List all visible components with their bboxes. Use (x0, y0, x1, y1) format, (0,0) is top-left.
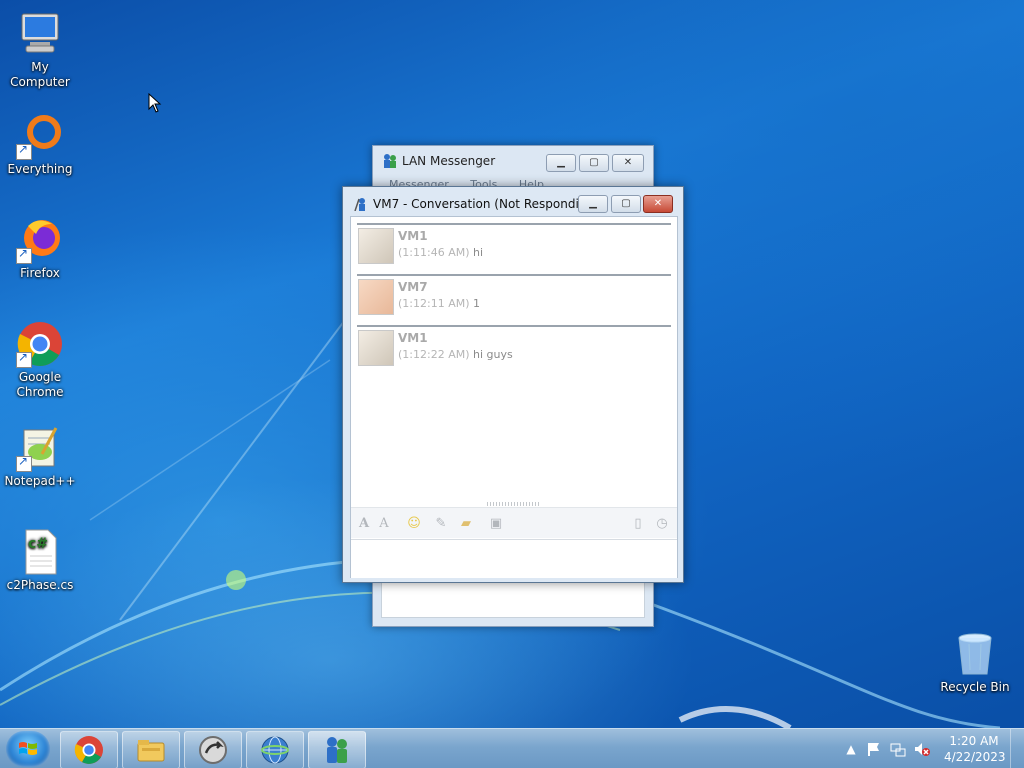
message-item: VM7 (1:12:11 AM) 1 (357, 274, 671, 324)
message-text: 1 (473, 297, 480, 310)
chrome-icon (74, 736, 103, 764)
volume-muted-icon[interactable] (914, 741, 930, 757)
svg-text:c#: c# (28, 536, 48, 552)
minimize-button[interactable]: ▁ (578, 195, 608, 213)
csharp-file-icon: c# (16, 528, 64, 576)
desktop-icon-label: Firefox (20, 266, 60, 280)
taskbar-app-arrow-button[interactable] (184, 731, 242, 768)
desktop: My Computer Everything Firefox (0, 0, 1024, 728)
attach-file-icon[interactable]: ✎ (433, 516, 449, 532)
close-button[interactable]: ✕ (612, 154, 644, 172)
taskbar-chrome-button[interactable] (60, 731, 118, 768)
show-desktop-button[interactable] (1010, 729, 1024, 768)
taskbar: ▲ 1:20 AM 4/22/2023 (0, 728, 1024, 768)
windows-logo-icon (19, 742, 37, 755)
desktop-icon-recycle-bin[interactable]: Recycle Bin (935, 630, 1015, 695)
splitter-grip[interactable] (487, 502, 541, 506)
desktop-icon-everything[interactable]: Everything (0, 112, 80, 177)
show-hidden-icons-icon[interactable]: ▲ (843, 741, 859, 757)
taskbar-network-button[interactable] (246, 731, 304, 768)
message-sender: VM7 (398, 280, 428, 294)
shortcut-arrow-icon (16, 246, 32, 264)
desktop-icon-label: Recycle Bin (940, 680, 1010, 694)
message-text: hi (473, 246, 484, 259)
desktop-icon-label: My Computer (10, 60, 70, 89)
action-center-flag-icon[interactable] (866, 741, 882, 757)
app-arrow-icon (199, 736, 227, 764)
explorer-icon (137, 740, 165, 762)
desktop-icon-firefox[interactable]: Firefox (0, 216, 80, 281)
maximize-button[interactable]: ▢ (611, 195, 641, 213)
font-icon[interactable]: A (356, 516, 372, 532)
mouse-cursor-icon (148, 93, 162, 113)
conversation-window[interactable]: VM7 - Conversation (Not Respondin... ▁ ▢… (342, 186, 684, 583)
history-icon[interactable]: ◷ (654, 516, 670, 532)
conversation-icon (354, 198, 365, 211)
network-globe-icon (261, 736, 289, 764)
desktop-icon-notepadpp[interactable]: Notepad++ (0, 424, 80, 489)
lan-messenger-icon (384, 154, 396, 168)
message-input[interactable] (351, 539, 677, 578)
computer-icon (16, 10, 64, 58)
window-title: LAN Messenger (402, 154, 496, 168)
notepadpp-icon (16, 424, 64, 472)
message-sender: VM1 (398, 331, 428, 345)
lan-messenger-icon (327, 737, 347, 763)
avatar (358, 279, 394, 315)
message-item: VM1 (1:12:22 AM) hi guys (357, 325, 671, 375)
window-title: VM7 - Conversation (Not Respondin... (373, 197, 598, 211)
close-button[interactable]: ✕ (643, 195, 673, 213)
shortcut-arrow-icon (16, 142, 32, 160)
shortcut-arrow-icon (16, 350, 32, 368)
message-time: (1:12:11 AM) (398, 297, 470, 310)
clock-time: 1:20 AM (949, 734, 999, 748)
desktop-icon-c2phase-cs[interactable]: c# c2Phase.cs (0, 528, 80, 593)
desktop-icon-label: Notepad++ (4, 474, 76, 488)
message-item: VM1 (1:11:46 AM) hi (357, 223, 671, 273)
clear-icon[interactable]: ▯ (630, 516, 646, 532)
conversation-toolbar: A A ☺ ✎ ▰ ▣ ▯ ◷ (351, 502, 677, 538)
message-line: (1:11:46 AM) hi (398, 246, 483, 259)
desktop-icon-label: Everything (7, 162, 73, 176)
recycle-bin-icon (951, 630, 999, 678)
message-time: (1:12:22 AM) (398, 348, 470, 361)
smiley-icon[interactable]: ☺ (406, 516, 422, 532)
taskbar-explorer-button[interactable] (122, 731, 180, 768)
desktop-icon-label: Google Chrome (16, 370, 64, 399)
minimize-button[interactable]: ▁ (546, 154, 576, 172)
message-sender: VM1 (398, 229, 428, 243)
taskbar-lan-messenger-button[interactable] (308, 731, 366, 768)
desktop-icon-my-computer[interactable]: My Computer (0, 10, 80, 90)
clock-date: 4/22/2023 (944, 750, 1006, 764)
avatar (358, 330, 394, 366)
font-color-icon[interactable]: A (376, 516, 392, 532)
desktop-icon-google-chrome[interactable]: Google Chrome (0, 320, 80, 400)
save-icon[interactable]: ▣ (488, 516, 504, 532)
message-line: (1:12:22 AM) hi guys (398, 348, 513, 361)
message-time: (1:11:46 AM) (398, 246, 470, 259)
message-line: (1:12:11 AM) 1 (398, 297, 480, 310)
shortcut-arrow-icon (16, 454, 32, 472)
clock[interactable]: 1:20 AM 4/22/2023 (944, 733, 1006, 765)
conversation-body: VM1 (1:11:46 AM) hi VM7 (1:12:11 AM) 1 V… (350, 216, 678, 578)
start-button[interactable] (6, 731, 50, 767)
avatar (358, 228, 394, 264)
maximize-button[interactable]: ▢ (579, 154, 609, 172)
firefox-icon (16, 216, 64, 264)
chrome-icon (16, 320, 64, 368)
message-text: hi guys (473, 348, 513, 361)
status-area (381, 582, 645, 618)
send-folder-icon[interactable]: ▰ (458, 516, 474, 532)
desktop-icon-label: c2Phase.cs (6, 578, 74, 592)
network-icon[interactable] (890, 741, 906, 757)
everything-icon (16, 112, 64, 160)
